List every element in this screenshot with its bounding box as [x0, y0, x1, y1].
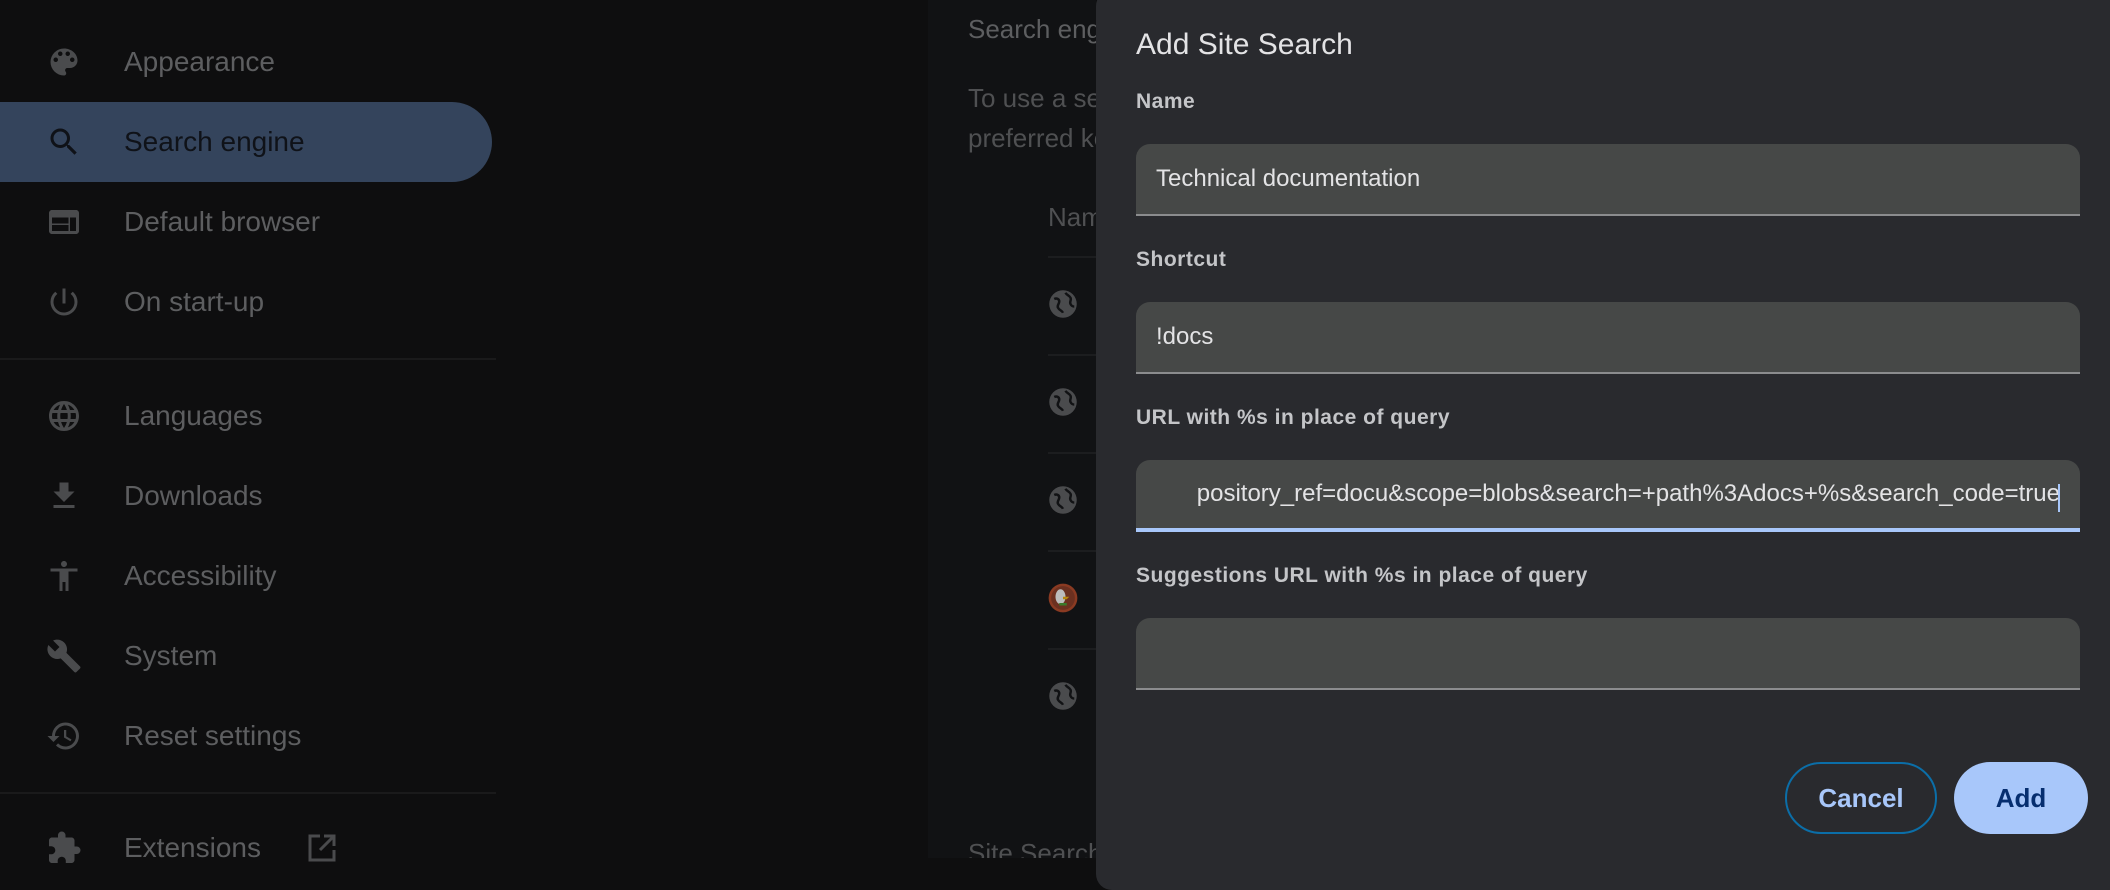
shortcut-label: Shortcut: [1136, 248, 1227, 271]
sidebar-item-on-start-up[interactable]: On start-up: [0, 262, 492, 342]
add-button[interactable]: Add: [1954, 762, 2088, 834]
sidebar-item-default-browser[interactable]: Default browser: [0, 182, 492, 262]
search-icon: [44, 122, 84, 162]
open-in-new-icon: [306, 832, 338, 864]
sidebar-item-label: Extensions: [124, 832, 261, 863]
sidebar-item-label: System: [124, 640, 218, 671]
sidebar-item-label: On start-up: [124, 286, 265, 317]
section-description: To use a search engine other than the de…: [968, 78, 1096, 158]
sidebar-item-extensions[interactable]: Extensions: [0, 808, 492, 888]
cancel-button[interactable]: Cancel: [1785, 762, 1937, 834]
sidebar-item-system[interactable]: System: [0, 616, 492, 696]
sidebar-divider: [0, 792, 496, 794]
row-divider: [1048, 648, 1096, 650]
site-search-title: Site Search: [968, 838, 1096, 858]
row-divider: [1048, 452, 1096, 454]
url-input[interactable]: [1136, 460, 2080, 528]
duckduckgo-icon: [1048, 583, 1078, 613]
search-engine-panel: Search engine To use a search engine oth…: [928, 0, 1096, 858]
url-field[interactable]: [1136, 460, 2080, 532]
sidebar-item-label: Appearance: [124, 46, 276, 77]
sidebar-item-downloads[interactable]: Downloads: [0, 456, 492, 536]
url-label: URL with %s in place of query: [1136, 406, 1450, 429]
sidebar-item-label: Languages: [124, 400, 263, 431]
sidebar-item-appearance[interactable]: Appearance: [0, 22, 492, 102]
sidebar-item-reset-settings[interactable]: Reset settings: [0, 696, 492, 776]
description-line: preferred keyword: [968, 123, 1096, 153]
suggestions-url-input[interactable]: [1136, 618, 2080, 688]
power-icon: [44, 282, 84, 322]
sidebar-item-search-engine[interactable]: Search engine: [0, 102, 492, 182]
globe-icon: [1049, 486, 1077, 514]
name-label: Name: [1136, 90, 1196, 113]
puzzle-icon: [44, 828, 84, 868]
suggestions-url-field[interactable]: [1136, 618, 2080, 690]
browser-window-icon: [44, 202, 84, 242]
text-caret: [2058, 484, 2060, 512]
dialog-title: Add Site Search: [1136, 28, 1353, 61]
shortcut-input[interactable]: [1136, 302, 2080, 372]
wrench-icon: [44, 636, 84, 676]
suggestions-url-label: Suggestions URL with %s in place of quer…: [1136, 564, 1588, 587]
sidebar-item-label: Accessibility: [124, 560, 277, 591]
sidebar-item-label: Reset settings: [124, 720, 302, 751]
globe-icon: [1049, 682, 1077, 710]
shortcut-field[interactable]: [1136, 302, 2080, 374]
history-icon: [44, 716, 84, 756]
sidebar-item-label: Downloads: [124, 480, 263, 511]
row-divider: [1048, 256, 1096, 258]
globe-icon: [1049, 290, 1077, 318]
settings-sidebar: Appearance Search engine Default browser…: [0, 0, 928, 863]
sidebar-divider: [0, 358, 496, 360]
sidebar-item-languages[interactable]: Languages: [0, 376, 492, 456]
globe-icon: [1049, 388, 1077, 416]
accessibility-icon: [44, 556, 84, 596]
row-divider: [1048, 354, 1096, 356]
add-site-search-dialog: Add Site Search Name Shortcut URL with %…: [1096, 0, 2110, 890]
description-line: To use a search engine other than the de…: [968, 83, 1096, 113]
sidebar-item-label: Search engine: [124, 126, 305, 157]
row-divider: [1048, 550, 1096, 552]
download-icon: [44, 476, 84, 516]
column-header-name: Name: [1048, 202, 1096, 232]
name-input[interactable]: [1136, 144, 2080, 214]
globe-icon: [44, 396, 84, 436]
palette-icon: [44, 42, 84, 82]
name-field[interactable]: [1136, 144, 2080, 216]
sidebar-item-label: Default browser: [124, 206, 321, 237]
section-title: Search engine: [968, 14, 1096, 44]
sidebar-item-accessibility[interactable]: Accessibility: [0, 536, 492, 616]
